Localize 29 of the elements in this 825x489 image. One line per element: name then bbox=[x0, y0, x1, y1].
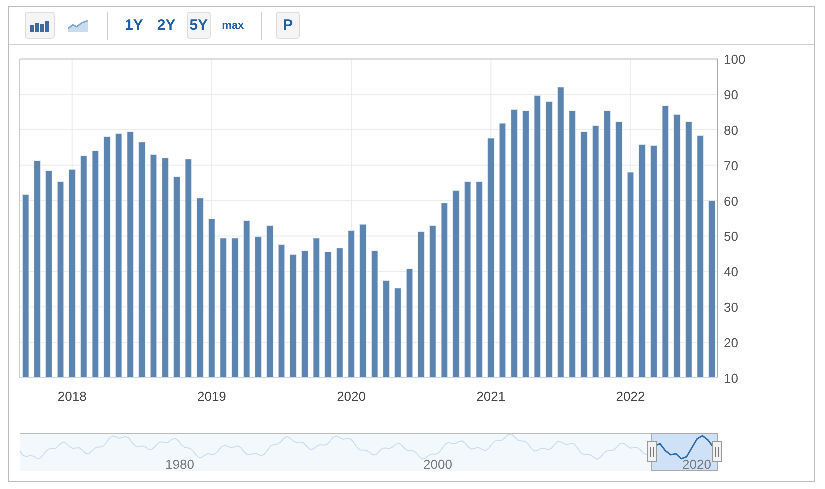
x-axis-label: 2019 bbox=[198, 389, 226, 404]
range-button[interactable]: 5Y bbox=[186, 12, 212, 39]
range-button[interactable]: 1Y bbox=[122, 12, 146, 39]
x-axis-label: 2021 bbox=[476, 389, 506, 404]
y-axis-label: 30 bbox=[724, 300, 738, 316]
x-axis-label: 2022 bbox=[616, 389, 646, 404]
range-button[interactable]: max bbox=[219, 12, 248, 39]
navigator-handle[interactable] bbox=[712, 442, 722, 462]
area-chart-icon bbox=[68, 20, 88, 32]
x-axis-label: 2020 bbox=[337, 389, 366, 404]
navigator-label: 1980 bbox=[166, 457, 194, 472]
x-axis-label: 2018 bbox=[58, 389, 87, 404]
navigator-handle[interactable] bbox=[648, 442, 658, 462]
y-axis-label: 60 bbox=[724, 194, 738, 209]
y-axis-label: 20 bbox=[724, 336, 738, 351]
navigator-selection[interactable] bbox=[652, 434, 718, 472]
y-axis-label: 10 bbox=[724, 371, 738, 386]
y-axis-label: 70 bbox=[724, 158, 738, 174]
y-axis-label: 80 bbox=[724, 122, 738, 138]
navigator-label: 2020 bbox=[682, 457, 712, 472]
y-axis-label: 40 bbox=[724, 264, 738, 280]
print-button[interactable]: P bbox=[276, 12, 300, 39]
bar-chart-icon bbox=[30, 20, 50, 32]
y-axis-label: 50 bbox=[724, 229, 738, 244]
bar-chart-button[interactable] bbox=[25, 12, 55, 39]
navigator-label: 2000 bbox=[424, 457, 452, 472]
range-button[interactable]: 2Y bbox=[154, 12, 179, 39]
y-axis-label: 90 bbox=[724, 87, 738, 102]
y-axis-label: 100 bbox=[724, 52, 746, 67]
